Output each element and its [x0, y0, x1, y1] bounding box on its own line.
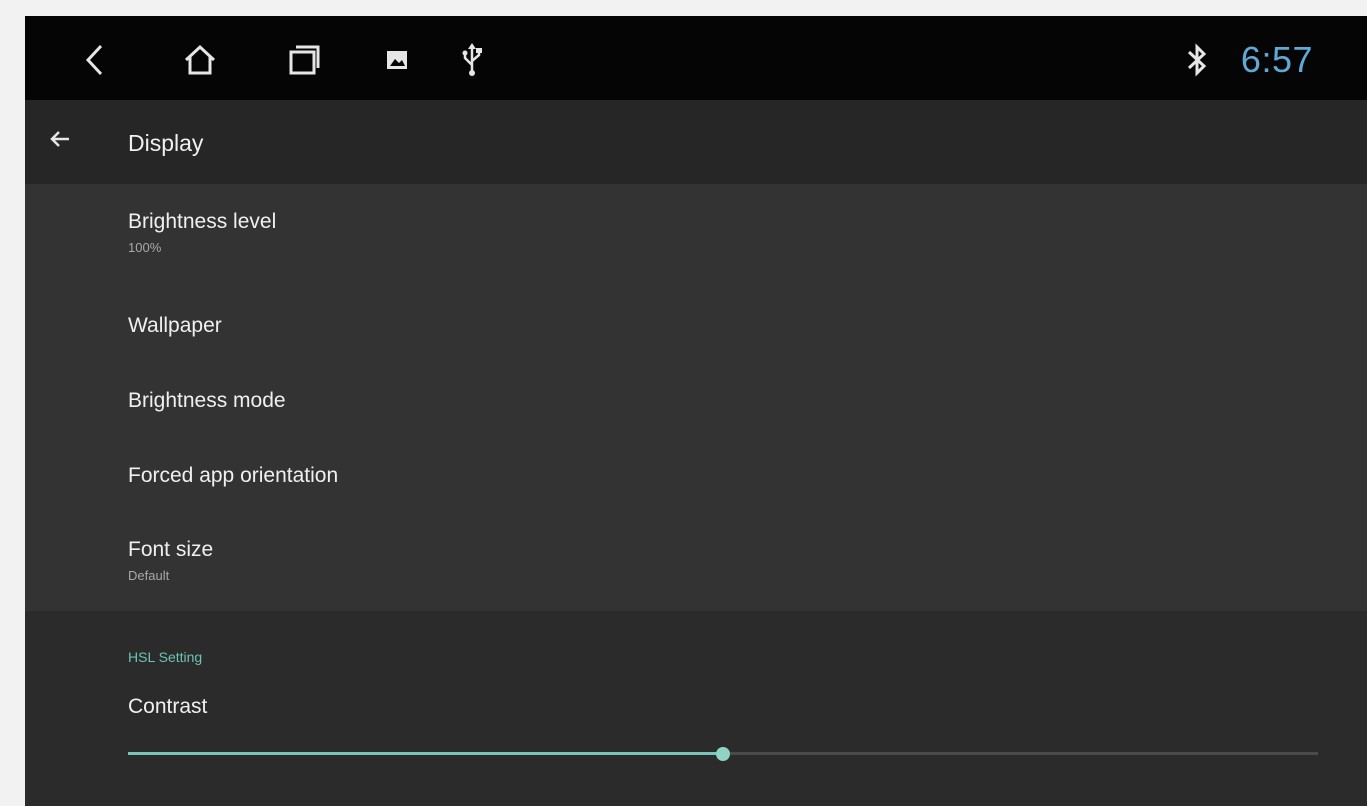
contrast-label: Contrast	[128, 695, 208, 718]
wallpaper-label: Wallpaper	[128, 314, 222, 337]
hsl-section-title: HSL Setting	[128, 649, 203, 665]
page-title: Display	[128, 130, 204, 156]
hsl-section: HSL Setting Contrast	[25, 611, 1367, 806]
image-icon	[377, 40, 417, 80]
contrast-slider[interactable]	[128, 744, 1318, 764]
back-chevron-icon[interactable]	[75, 40, 115, 80]
android-screen: 6:57 Display Brightness level 100% Wallp…	[25, 16, 1367, 806]
brightness-level-value: 100%	[128, 240, 162, 255]
font-size-label: Font size	[128, 538, 214, 561]
back-arrow-icon[interactable]	[47, 126, 77, 156]
font-size-item[interactable]: Font size Default	[128, 538, 213, 583]
forced-app-orientation-item[interactable]: Forced app orientation	[128, 464, 338, 488]
brightness-level-label: Brightness level	[128, 210, 277, 233]
brightness-mode-item[interactable]: Brightness mode	[128, 389, 286, 413]
slider-thumb[interactable]	[716, 747, 730, 761]
forced-app-orientation-label: Forced app orientation	[128, 464, 339, 487]
font-size-value: Default	[128, 568, 170, 583]
usb-icon	[452, 40, 492, 80]
settings-list: Brightness level 100% Wallpaper Brightne…	[25, 184, 1367, 611]
status-clock: 6:57	[1240, 39, 1313, 80]
brightness-mode-label: Brightness mode	[128, 389, 286, 412]
brightness-level-item[interactable]: Brightness level 100%	[128, 210, 276, 255]
home-icon[interactable]	[180, 40, 220, 80]
recents-icon[interactable]	[284, 40, 324, 80]
bluetooth-icon	[1177, 40, 1217, 80]
status-bar: 6:57	[25, 16, 1367, 100]
wallpaper-item[interactable]: Wallpaper	[128, 314, 222, 338]
slider-fill	[128, 752, 723, 755]
app-bar: Display	[25, 100, 1367, 184]
